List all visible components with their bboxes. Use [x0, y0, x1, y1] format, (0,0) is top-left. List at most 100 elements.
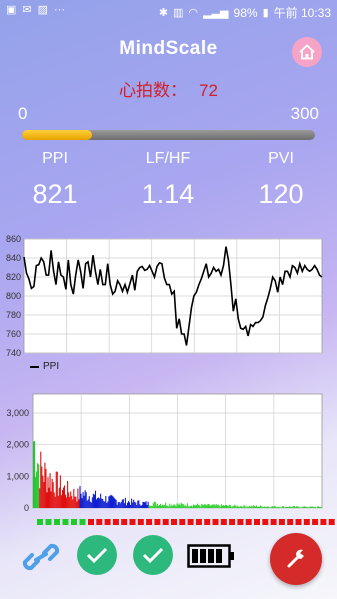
notification-icon: ▣: [6, 4, 17, 16]
spectrum-bar: [245, 507, 247, 508]
spectrum-bar: [211, 504, 213, 508]
spectrum-bar: [145, 501, 147, 508]
spectrum-bar: [82, 492, 84, 508]
home-button[interactable]: [292, 37, 322, 67]
legend-label: PPI: [43, 361, 60, 372]
spectrum-bar: [272, 506, 274, 508]
spectrum-bar: [153, 501, 155, 508]
spectrum-bar: [303, 506, 305, 508]
metric-value: 821: [32, 179, 78, 209]
spectrum-bar: [307, 507, 309, 508]
spectrum-bar: [135, 502, 137, 508]
band-segment: [237, 519, 244, 525]
y-tick-label: 760: [6, 329, 21, 339]
spectrum-bar: [189, 506, 191, 508]
spectrum-bar: [200, 506, 202, 508]
metric-label: LF/HF: [145, 150, 191, 167]
spectrum-bar: [205, 504, 207, 508]
spectrum-bar: [57, 495, 59, 508]
heart-rate-display: 心拍数： 72: [0, 76, 337, 101]
spectrum-bar: [232, 506, 234, 508]
spectrum-bar: [112, 496, 114, 508]
spectrum-bar: [150, 505, 152, 508]
spectrum-bar: [178, 503, 180, 508]
spectrum-bar: [62, 487, 65, 508]
y-tick-label: 2,000: [6, 440, 29, 450]
spectrum-bar: [181, 503, 183, 508]
spectrum-bar: [212, 504, 214, 508]
spectrum-bar: [219, 506, 221, 508]
spectrum-bar: [228, 505, 230, 508]
spectrum-bar: [196, 504, 198, 508]
app-title: MindScale: [119, 38, 218, 59]
spectrum-bar: [248, 505, 250, 508]
spectrum-bar: [249, 506, 251, 508]
y-tick-label: 0: [24, 503, 29, 513]
spectrum-bar: [143, 502, 145, 508]
spectrum-bar: [170, 506, 172, 508]
spectrum-bar: [83, 495, 85, 508]
spectrum-bar: [223, 506, 226, 508]
spectrum-bar: [264, 506, 266, 508]
spectrum-bar: [276, 506, 278, 508]
spectrum-bar: [319, 507, 322, 508]
spectrum-bar: [74, 496, 76, 508]
spectrum-bar: [67, 480, 69, 508]
spectrum-bar: [254, 506, 257, 508]
y-tick-label: 780: [6, 310, 21, 320]
spectrum-bar-chart: 3,000 2,000 1,000 0: [6, 393, 335, 525]
check-button-2[interactable]: [133, 535, 173, 575]
spectrum-bar: [87, 499, 89, 508]
spectrum-bar: [175, 506, 177, 508]
spectrum-bar: [36, 471, 38, 508]
check-button-1[interactable]: [77, 535, 117, 575]
band-segment: [171, 519, 177, 525]
spectrum-bar: [92, 493, 94, 508]
spectrum-bar: [75, 496, 77, 508]
link-button[interactable]: [22, 540, 60, 579]
spectrum-bar: [77, 488, 79, 508]
spectrum-bar: [252, 505, 254, 508]
spectrum-bar: [152, 503, 154, 508]
spectrum-bar: [179, 505, 181, 508]
spectrum-bar: [233, 505, 235, 508]
band-segment: [54, 519, 60, 525]
band-segment: [88, 519, 94, 525]
spectrum-bar: [89, 501, 91, 508]
spectrum-bar: [66, 497, 68, 508]
band-segment: [45, 519, 52, 525]
spectrum-bar: [174, 504, 176, 508]
spectrum-bar: [42, 475, 44, 508]
heart-rate-bar-fill: [22, 130, 93, 140]
metric-pvi: PVI 120: [226, 150, 336, 210]
spectrum-bar: [46, 492, 48, 508]
spectrum-bar: [220, 504, 222, 508]
spectrum-bar: [176, 503, 178, 508]
spectrum-bar: [80, 493, 82, 508]
spectrum-bar: [239, 506, 241, 508]
spectrum-bar: [182, 504, 184, 508]
spectrum-bar: [227, 505, 229, 508]
spectrum-bar: [274, 505, 276, 508]
spectrum-bar: [283, 507, 285, 508]
spectrum-bar: [229, 504, 231, 508]
spectrum-bar: [168, 506, 170, 508]
spectrum-bar: [45, 468, 47, 508]
spectrum-bar: [78, 499, 80, 508]
spectrum-bar: [235, 505, 237, 508]
spectrum-bar: [297, 506, 299, 508]
spectrum-bar: [313, 507, 315, 508]
y-tick-label: 1,000: [6, 471, 29, 481]
spectrum-bar: [230, 505, 232, 508]
tools-button[interactable]: [270, 533, 322, 585]
spectrum-bar: [197, 503, 199, 508]
spectrum-bar: [102, 498, 104, 508]
spectrum-bar: [108, 496, 110, 508]
spectrum-bar: [50, 491, 52, 508]
spectrum-bar: [268, 506, 270, 508]
spectrum-bar: [309, 506, 311, 508]
spectrum-bar: [301, 507, 303, 508]
y-tick-label: 800: [6, 291, 21, 301]
spectrum-bar: [104, 501, 106, 508]
spectrum-bar: [101, 498, 103, 508]
